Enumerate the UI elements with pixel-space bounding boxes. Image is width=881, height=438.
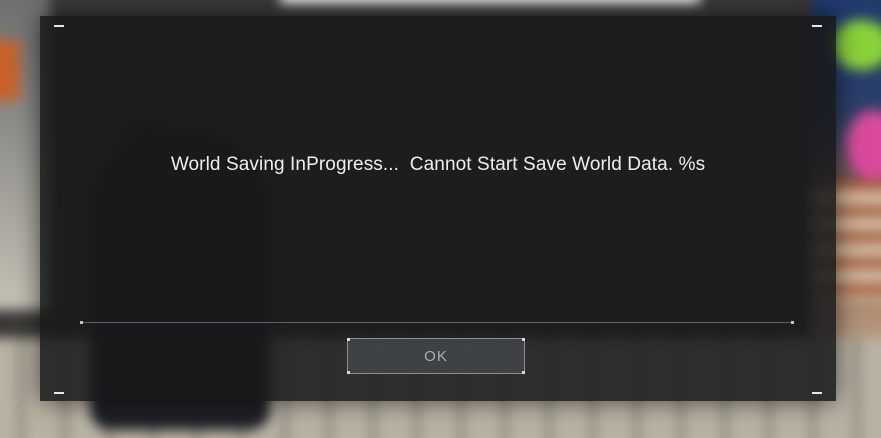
dialog-message: World Saving InProgress... Cannot Start … <box>170 154 706 175</box>
background-orange-object <box>0 40 20 100</box>
dialog-corner-bottom-left <box>54 392 64 394</box>
button-corner <box>347 338 350 341</box>
ok-button[interactable]: OK <box>347 338 525 374</box>
ok-button-label: OK <box>424 347 448 365</box>
button-corner <box>522 371 525 374</box>
message-dialog: World Saving InProgress... Cannot Start … <box>40 16 836 401</box>
dialog-divider <box>80 321 794 324</box>
dialog-corner-bottom-right <box>812 392 822 394</box>
dialog-corner-top-right <box>812 25 822 27</box>
button-corner <box>522 338 525 341</box>
game-screen: World Saving InProgress... Cannot Start … <box>0 0 881 438</box>
button-corner <box>347 371 350 374</box>
background-sky <box>280 0 700 4</box>
dialog-corner-top-left <box>54 25 64 27</box>
